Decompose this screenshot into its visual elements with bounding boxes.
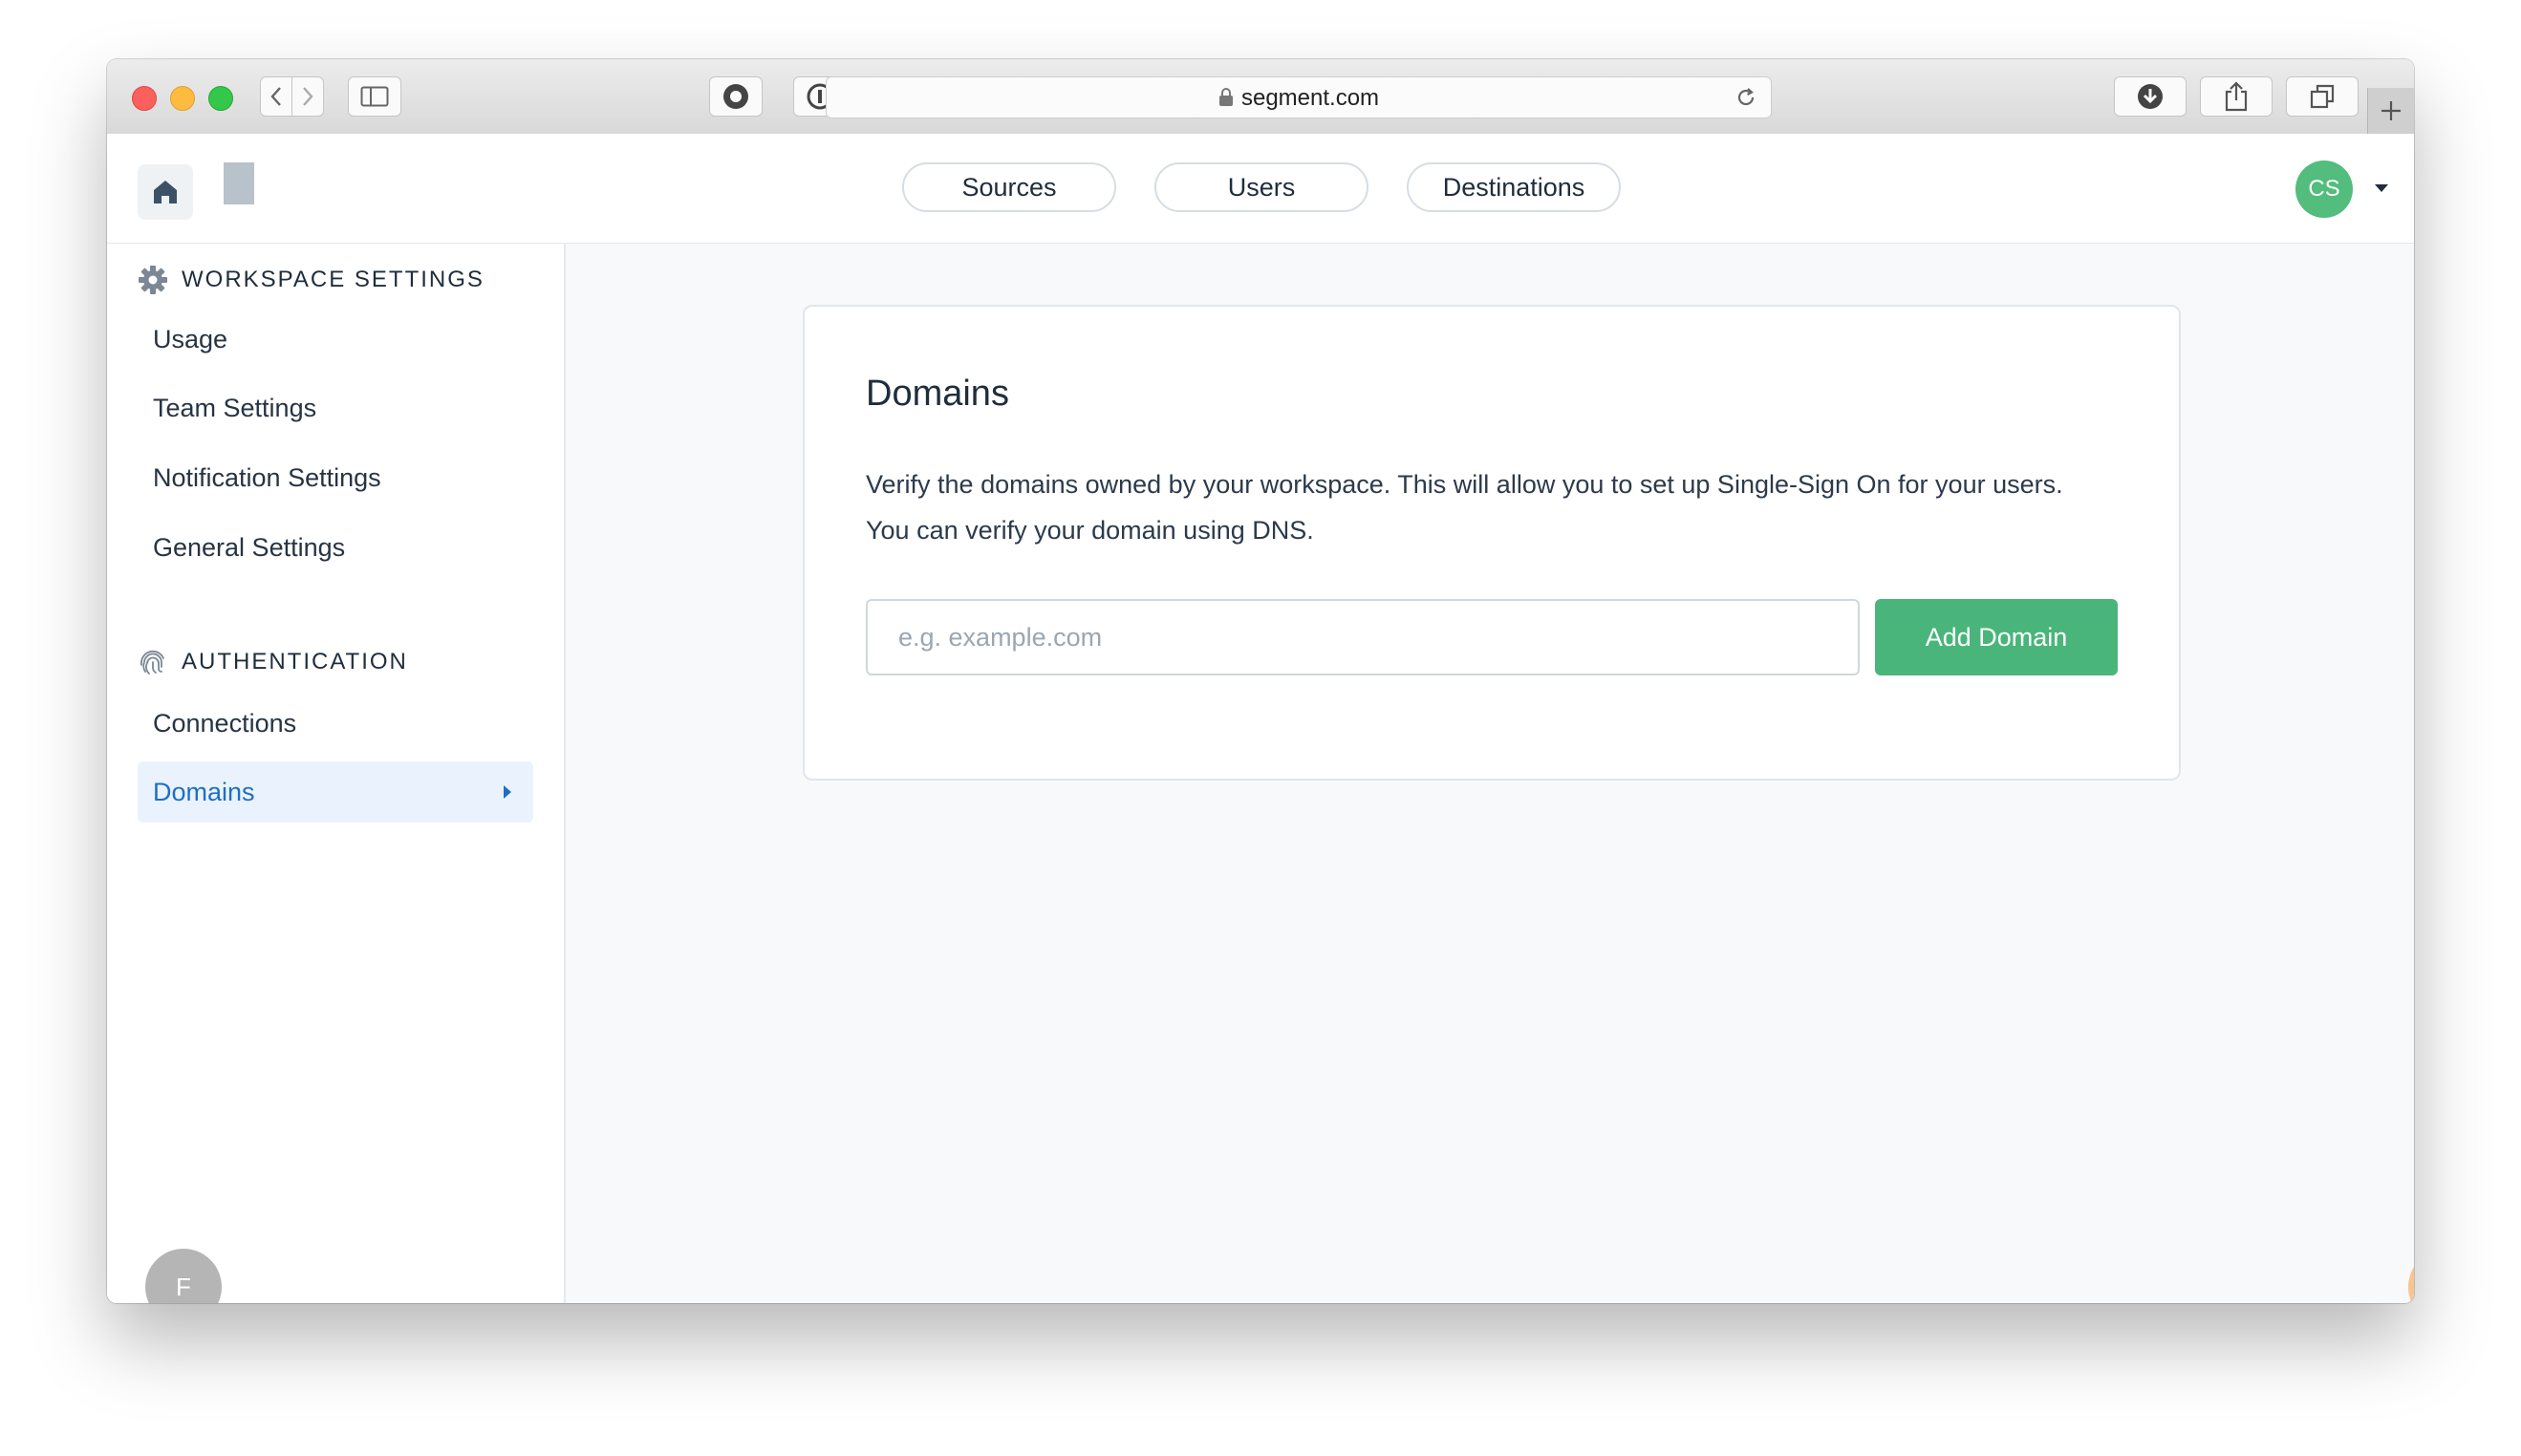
address-bar[interactable]: segment.com <box>826 76 1772 118</box>
workspace-settings-heading: WORKSPACE SETTINGS <box>138 263 485 297</box>
chevron-left-icon <box>270 87 281 106</box>
caret-down-icon[interactable] <box>2374 183 2389 193</box>
authentication-heading: AUTHENTICATION <box>138 645 408 679</box>
home-icon <box>154 181 177 203</box>
minimize-window-button[interactable] <box>170 86 195 111</box>
plus-icon <box>2381 101 2401 120</box>
url-text: segment.com <box>827 77 1771 119</box>
downloads-button[interactable] <box>2114 76 2187 117</box>
browser-window: segment.com Sources Users Destinations C… <box>107 59 2414 1303</box>
sidebar-item-domains[interactable]: Domains <box>138 761 533 823</box>
chat-avatar[interactable]: C <box>2408 1249 2414 1303</box>
add-domain-button[interactable]: Add Domain <box>1875 599 2118 675</box>
sidebar-item-connections[interactable]: Connections <box>153 704 296 742</box>
sidebar-item-notification-settings[interactable]: Notification Settings <box>153 459 381 497</box>
app-header: Sources Users Destinations CS <box>107 134 2414 244</box>
gear-icon <box>139 266 167 294</box>
main-content: Domains Verify the domains owned by your… <box>566 244 2414 1303</box>
domains-card: Domains Verify the domains owned by your… <box>803 305 2181 781</box>
sidebar-toggle-button[interactable] <box>348 76 401 117</box>
sidebar-icon <box>360 86 389 107</box>
reload-icon[interactable] <box>1735 86 1757 109</box>
workspace-logo[interactable] <box>224 162 254 204</box>
browser-toolbar: segment.com <box>107 59 2414 135</box>
chevron-right-icon <box>303 87 313 106</box>
sidebar-item-general-settings[interactable]: General Settings <box>153 528 345 567</box>
zoom-window-button[interactable] <box>208 86 233 111</box>
tabs-icon <box>2310 84 2335 109</box>
download-icon <box>2138 84 2163 109</box>
sidebar-item-label: Domains <box>153 778 255 806</box>
nav-users[interactable]: Users <box>1154 162 1368 212</box>
nav-destinations[interactable]: Destinations <box>1407 162 1621 212</box>
caret-right-icon <box>504 785 511 799</box>
settings-sidebar: WORKSPACE SETTINGS Usage Team Settings N… <box>107 244 566 1303</box>
share-icon <box>2225 81 2248 112</box>
record-icon <box>723 84 748 109</box>
account-avatar[interactable]: F <box>145 1249 222 1303</box>
tabs-overview-button[interactable] <box>2286 76 2359 117</box>
new-tab-button[interactable] <box>2367 88 2414 134</box>
extension-button[interactable] <box>709 76 763 117</box>
nav-sources[interactable]: Sources <box>902 162 1116 212</box>
domain-input[interactable] <box>866 599 1860 675</box>
share-button[interactable] <box>2200 76 2273 117</box>
user-avatar[interactable]: CS <box>2295 161 2353 218</box>
home-button[interactable] <box>138 164 193 220</box>
fingerprint-icon <box>140 650 164 674</box>
page-title: Domains <box>866 374 1009 414</box>
domains-description: Verify the domains owned by your workspa… <box>866 470 2063 545</box>
sidebar-item-team-settings[interactable]: Team Settings <box>153 389 316 427</box>
sidebar-item-usage[interactable]: Usage <box>153 320 227 358</box>
lock-icon <box>1218 88 1233 106</box>
close-window-button[interactable] <box>132 86 157 111</box>
forward-button[interactable] <box>291 76 324 117</box>
back-button[interactable] <box>260 76 292 117</box>
